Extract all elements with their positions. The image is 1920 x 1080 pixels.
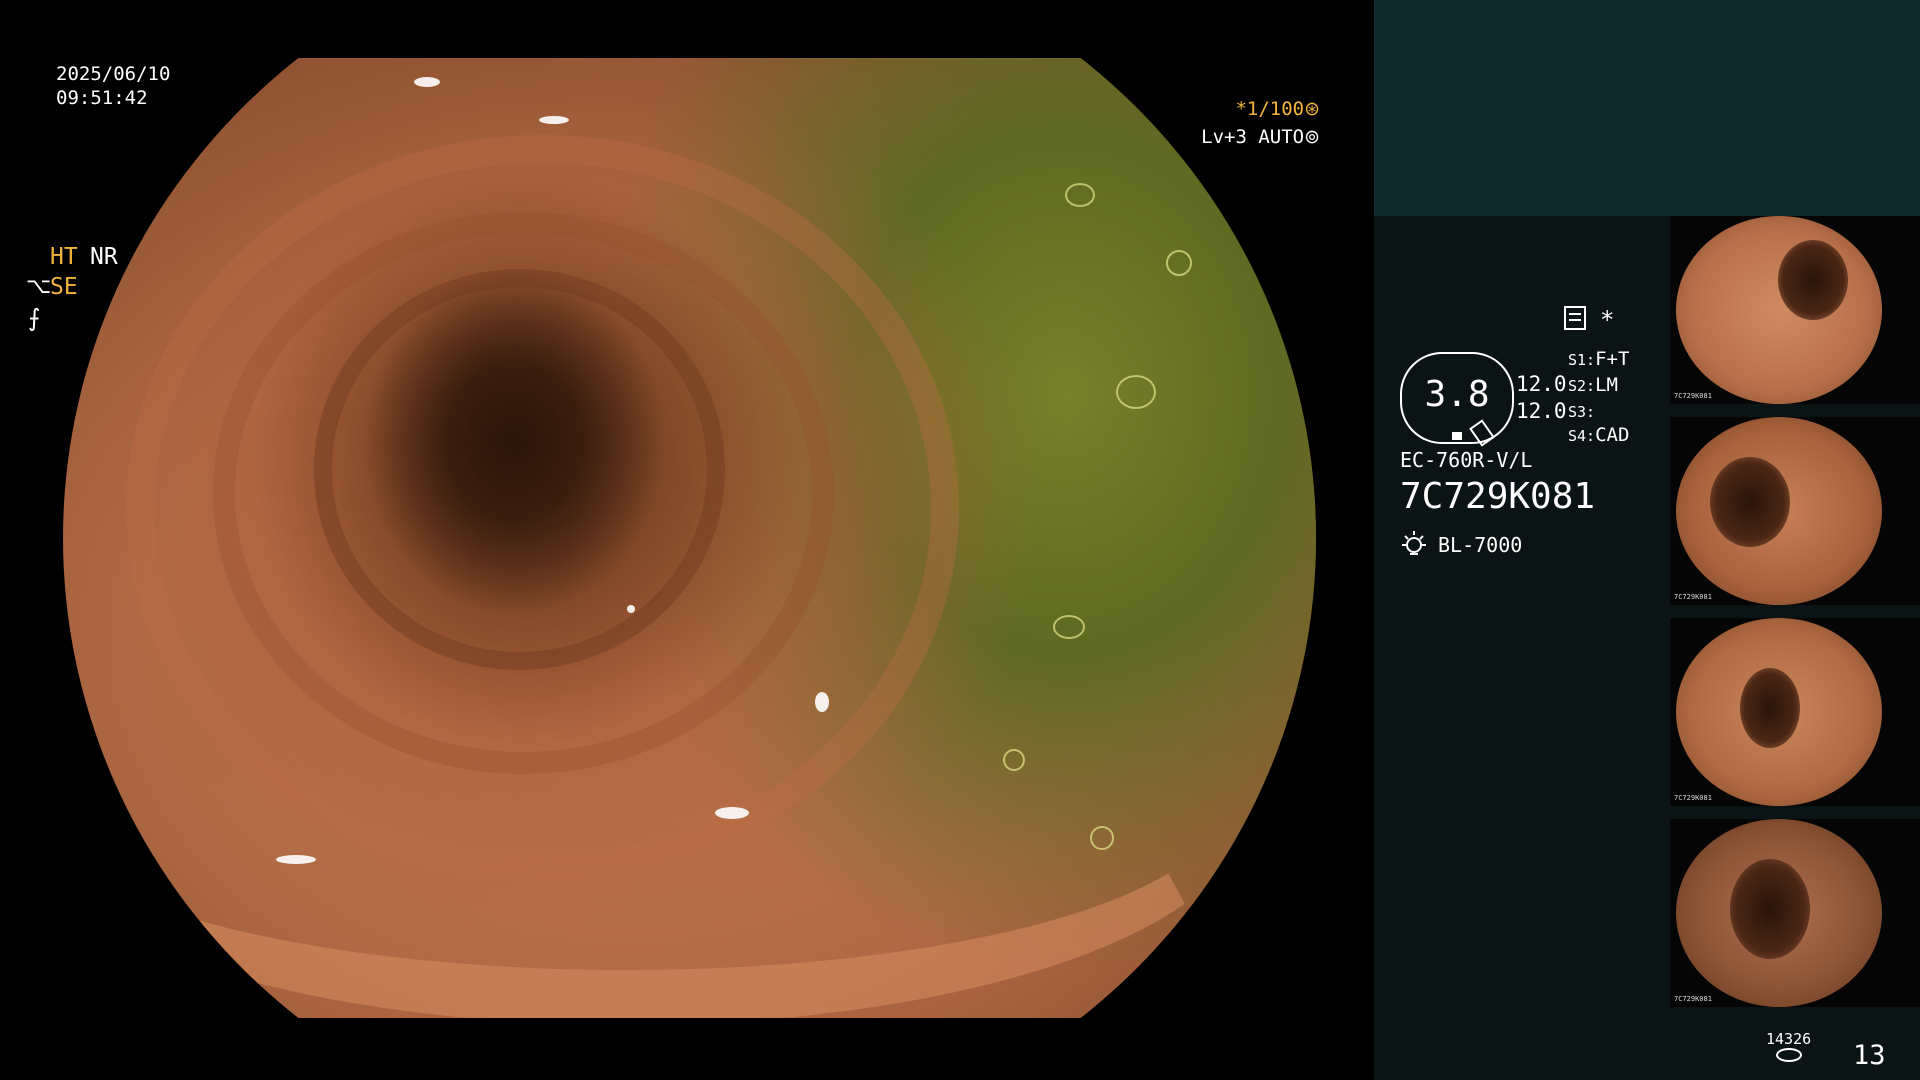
thumbnail-lumen bbox=[1778, 240, 1848, 320]
specular-highlight bbox=[539, 115, 570, 124]
panel-header-area bbox=[1374, 0, 1920, 216]
specular-highlight bbox=[814, 691, 829, 712]
thumbnail-label: 7C729K081 bbox=[1674, 392, 1712, 400]
brightness-level: Lv+3 AUTO⊚ bbox=[1201, 126, 1320, 148]
thumbnail-lumen bbox=[1740, 668, 1800, 748]
thumbnail-lumen bbox=[1710, 457, 1790, 547]
switch-s3: S3: bbox=[1568, 400, 1595, 422]
thumbnail-4[interactable]: 7C729K081 bbox=[1670, 819, 1920, 1007]
switch-key: S2: bbox=[1568, 377, 1596, 395]
thumbnail-label: 7C729K081 bbox=[1674, 995, 1712, 1003]
thumbnail-1[interactable]: 7C729K081 bbox=[1670, 216, 1920, 404]
switch-key: S1: bbox=[1568, 351, 1596, 369]
bubble bbox=[1115, 374, 1156, 409]
level-value: Lv+3 AUTO bbox=[1201, 126, 1305, 148]
bubble bbox=[1002, 749, 1025, 772]
gauge: 3.8 bbox=[1400, 352, 1514, 447]
bubble bbox=[1052, 614, 1085, 639]
shutter-speed: *1/100⊛ bbox=[1235, 98, 1320, 120]
switch-s4: S4:CAD bbox=[1568, 424, 1629, 446]
switch-value: F+T bbox=[1595, 348, 1630, 370]
bubble bbox=[1065, 182, 1096, 207]
thumbnail-lumen bbox=[1730, 859, 1810, 959]
switch-s1: S1:F+T bbox=[1568, 348, 1629, 370]
light-source-icon bbox=[1402, 531, 1426, 555]
gauge-square-icon bbox=[1452, 432, 1462, 440]
specular-highlight bbox=[413, 77, 440, 88]
star-marker: * bbox=[1600, 306, 1615, 334]
thumbnail-3[interactable]: 7C729K081 bbox=[1670, 618, 1920, 806]
gauge-value: 3.8 bbox=[1424, 374, 1490, 415]
switch-value: CAD bbox=[1595, 424, 1630, 446]
mode-ht: HT bbox=[50, 244, 78, 270]
thumbnail-2[interactable]: 7C729K081 bbox=[1670, 417, 1920, 605]
memory-icon bbox=[1564, 306, 1586, 330]
specular-highlight bbox=[626, 605, 635, 614]
switch-value: LM bbox=[1595, 374, 1618, 396]
bubble bbox=[1165, 250, 1192, 276]
se-icon: ⌥ bbox=[26, 274, 52, 299]
gauge-right-value-2: 12.0 bbox=[1516, 399, 1567, 423]
mode-se: SE bbox=[50, 274, 78, 300]
thumbnail-label: 7C729K081 bbox=[1674, 593, 1712, 601]
storage-total: 14326 bbox=[1766, 1030, 1812, 1048]
scope-serial: 7C729K081 bbox=[1400, 476, 1596, 517]
shutter-icon: ⊛ bbox=[1304, 98, 1320, 120]
endoscope-view bbox=[63, 58, 1316, 1018]
thumbnail-label: 7C729K081 bbox=[1674, 794, 1712, 802]
specular-highlight bbox=[714, 806, 749, 819]
scope-model: EC-760R-V/L bbox=[1400, 448, 1533, 472]
gauge-right-value-1: 12.0 bbox=[1516, 372, 1567, 396]
capture-count: 13 bbox=[1853, 1040, 1886, 1071]
auto-iris-icon: ⊚ bbox=[1304, 126, 1320, 148]
switch-s2: S2:LM bbox=[1568, 374, 1618, 396]
storage-icon bbox=[1776, 1048, 1802, 1062]
capture-date: 2025/06/10 bbox=[56, 63, 171, 85]
mode-nr: NR bbox=[90, 244, 118, 270]
shutter-value: *1/100 bbox=[1235, 98, 1305, 120]
thumbnail-image bbox=[1676, 216, 1882, 404]
light-source: BL-7000 bbox=[1438, 533, 1523, 557]
f-icon: ⨍ bbox=[28, 304, 41, 332]
capture-time: 09:51:42 bbox=[56, 87, 148, 109]
lower-fold bbox=[63, 586, 1251, 1018]
switch-key: S3: bbox=[1568, 403, 1596, 421]
switch-key: S4: bbox=[1568, 427, 1596, 445]
specular-highlight bbox=[276, 854, 316, 864]
